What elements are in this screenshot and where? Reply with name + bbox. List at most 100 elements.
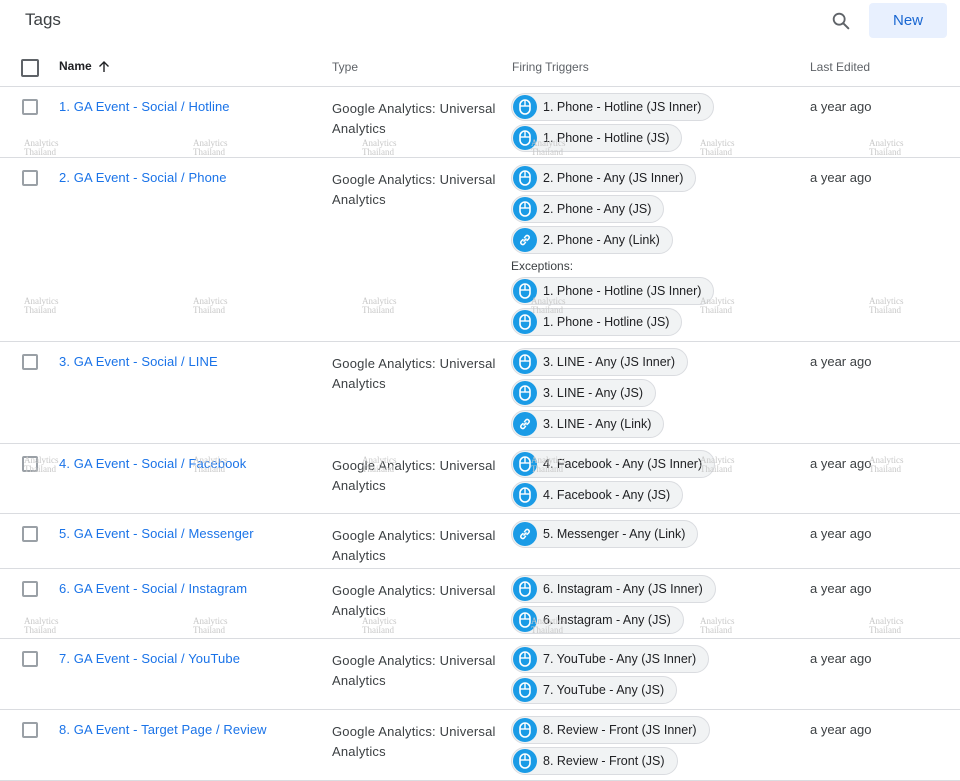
row-checkbox[interactable] (22, 581, 38, 597)
mouse-icon (513, 350, 537, 374)
trigger-label: 3. LINE - Any (Link) (543, 417, 652, 431)
top-bar: Tags New (0, 0, 960, 44)
trigger-chip[interactable]: 1. Phone - Hotline (JS Inner) (511, 93, 715, 121)
tag-type: Google Analytics: Universal Analytics (332, 458, 496, 493)
tag-name-link[interactable]: 7. GA Event - Social / YouTube (59, 651, 240, 666)
mouse-icon (513, 452, 537, 476)
trigger-chip[interactable]: 2. Phone - Any (JS Inner) (511, 164, 697, 192)
row-checkbox[interactable] (22, 651, 38, 667)
new-tag-button[interactable]: New (869, 3, 947, 38)
table-row[interactable]: 6. GA Event - Social / Instagram Google A… (0, 569, 960, 639)
row-checkbox[interactable] (22, 170, 38, 186)
trigger-chip[interactable]: 3. LINE - Any (JS) (511, 379, 657, 407)
tag-type: Google Analytics: Universal Analytics (332, 653, 496, 688)
row-checkbox[interactable] (22, 354, 38, 370)
mouse-icon (513, 678, 537, 702)
trigger-label: 7. YouTube - Any (JS) (543, 683, 665, 697)
trigger-label: 1. Phone - Hotline (JS Inner) (543, 100, 702, 114)
trigger-label: 8. Review - Front (JS) (543, 754, 665, 768)
trigger-label: 1. Phone - Hotline (JS Inner) (543, 284, 702, 298)
tag-name-link[interactable]: 2. GA Event - Social / Phone (59, 170, 227, 185)
mouse-icon (513, 197, 537, 221)
row-checkbox[interactable] (22, 456, 38, 472)
row-checkbox[interactable] (22, 99, 38, 115)
last-edited: a year ago (810, 99, 872, 114)
tag-name-link[interactable]: 4. GA Event - Social / Facebook (59, 456, 246, 471)
firing-triggers: 4. Facebook - Any (JS Inner) 4. Facebook … (511, 450, 716, 512)
trigger-chip[interactable]: 6. Instagram - Any (JS Inner) (511, 575, 716, 603)
last-edited: a year ago (810, 354, 872, 369)
link-icon (513, 412, 537, 436)
firing-triggers: 5. Messenger - Any (Link) (511, 520, 699, 551)
tags-table-body: 1. GA Event - Social / Hotline Google Ana… (0, 87, 960, 781)
trigger-label: 1. Phone - Hotline (JS) (543, 131, 670, 145)
name-column-label: Name (59, 59, 92, 73)
trigger-chip[interactable]: 1. Phone - Hotline (JS) (511, 308, 683, 336)
trigger-label: 2. Phone - Any (JS) (543, 202, 652, 216)
trigger-chip[interactable]: 3. LINE - Any (Link) (511, 410, 665, 438)
tag-name-link[interactable]: 3. GA Event - Social / LINE (59, 354, 218, 369)
mouse-icon (513, 577, 537, 601)
trigger-chip[interactable]: 5. Messenger - Any (Link) (511, 520, 699, 548)
search-button[interactable] (826, 6, 856, 36)
tag-type: Google Analytics: Universal Analytics (332, 724, 496, 759)
mouse-icon (513, 483, 537, 507)
tag-name-link[interactable]: 1. GA Event - Social / Hotline (59, 99, 230, 114)
trigger-label: 3. LINE - Any (JS Inner) (543, 355, 675, 369)
trigger-label: 4. Facebook - Any (JS) (543, 488, 671, 502)
name-column-header[interactable]: Name (59, 59, 110, 73)
firing-triggers: 6. Instagram - Any (JS Inner) 6. Instagra… (511, 575, 716, 637)
search-icon (832, 12, 850, 30)
row-checkbox[interactable] (22, 722, 38, 738)
last-edited-column-header[interactable]: Last Edited (810, 60, 870, 74)
tag-type: Google Analytics: Universal Analytics (332, 356, 496, 391)
last-edited: a year ago (810, 526, 872, 541)
trigger-chip[interactable]: 6. Instagram - Any (JS) (511, 606, 684, 634)
trigger-chip[interactable]: 1. Phone - Hotline (JS) (511, 124, 683, 152)
table-row[interactable]: 8. GA Event - Target Page / Review Google… (0, 710, 960, 781)
last-edited: a year ago (810, 581, 872, 596)
link-icon (513, 228, 537, 252)
firing-triggers: 2. Phone - Any (JS Inner) 2. Phone - Any … (511, 164, 715, 339)
link-icon (513, 522, 537, 546)
tag-type: Google Analytics: Universal Analytics (332, 583, 496, 618)
table-row[interactable]: 2. GA Event - Social / Phone Google Analy… (0, 158, 960, 342)
trigger-chip[interactable]: 4. Facebook - Any (JS) (511, 481, 684, 509)
table-row[interactable]: 4. GA Event - Social / Facebook Google An… (0, 444, 960, 514)
trigger-chip[interactable]: 7. YouTube - Any (JS) (511, 676, 678, 704)
type-column-header[interactable]: Type (332, 60, 358, 74)
table-row[interactable]: 7. GA Event - Social / YouTube Google Ana… (0, 639, 960, 710)
tag-name-link[interactable]: 8. GA Event - Target Page / Review (59, 722, 267, 737)
trigger-chip[interactable]: 3. LINE - Any (JS Inner) (511, 348, 688, 376)
trigger-chip[interactable]: 8. Review - Front (JS Inner) (511, 716, 710, 744)
mouse-icon (513, 279, 537, 303)
mouse-icon (513, 647, 537, 671)
trigger-chip[interactable]: 2. Phone - Any (Link) (511, 226, 673, 254)
page-title: Tags (25, 10, 61, 29)
trigger-chip[interactable]: 7. YouTube - Any (JS Inner) (511, 645, 710, 673)
mouse-icon (513, 381, 537, 405)
trigger-label: 2. Phone - Any (Link) (543, 233, 660, 247)
row-checkbox[interactable] (22, 526, 38, 542)
mouse-icon (513, 608, 537, 632)
mouse-icon (513, 126, 537, 150)
tag-name-link[interactable]: 6. GA Event - Social / Instagram (59, 581, 247, 596)
last-edited: a year ago (810, 722, 872, 737)
table-row[interactable]: 5. GA Event - Social / Messenger Google A… (0, 514, 960, 569)
trigger-chip[interactable]: 2. Phone - Any (JS) (511, 195, 665, 223)
trigger-label: 8. Review - Front (JS Inner) (543, 723, 697, 737)
firing-triggers: 1. Phone - Hotline (JS Inner) 1. Phone - … (511, 93, 715, 155)
last-edited: a year ago (810, 651, 872, 666)
last-edited: a year ago (810, 456, 872, 471)
trigger-label: 6. Instagram - Any (JS Inner) (543, 582, 703, 596)
trigger-chip[interactable]: 8. Review - Front (JS) (511, 747, 678, 775)
table-row[interactable]: 1. GA Event - Social / Hotline Google Ana… (0, 87, 960, 158)
select-all-checkbox[interactable] (21, 59, 39, 77)
tag-type: Google Analytics: Universal Analytics (332, 101, 496, 136)
trigger-chip[interactable]: 4. Facebook - Any (JS Inner) (511, 450, 716, 478)
table-row[interactable]: 3. GA Event - Social / LINE Google Analyt… (0, 342, 960, 444)
mouse-icon (513, 718, 537, 742)
trigger-chip[interactable]: 1. Phone - Hotline (JS Inner) (511, 277, 715, 305)
tag-name-link[interactable]: 5. GA Event - Social / Messenger (59, 526, 254, 541)
exceptions-label: Exceptions: (511, 259, 574, 273)
